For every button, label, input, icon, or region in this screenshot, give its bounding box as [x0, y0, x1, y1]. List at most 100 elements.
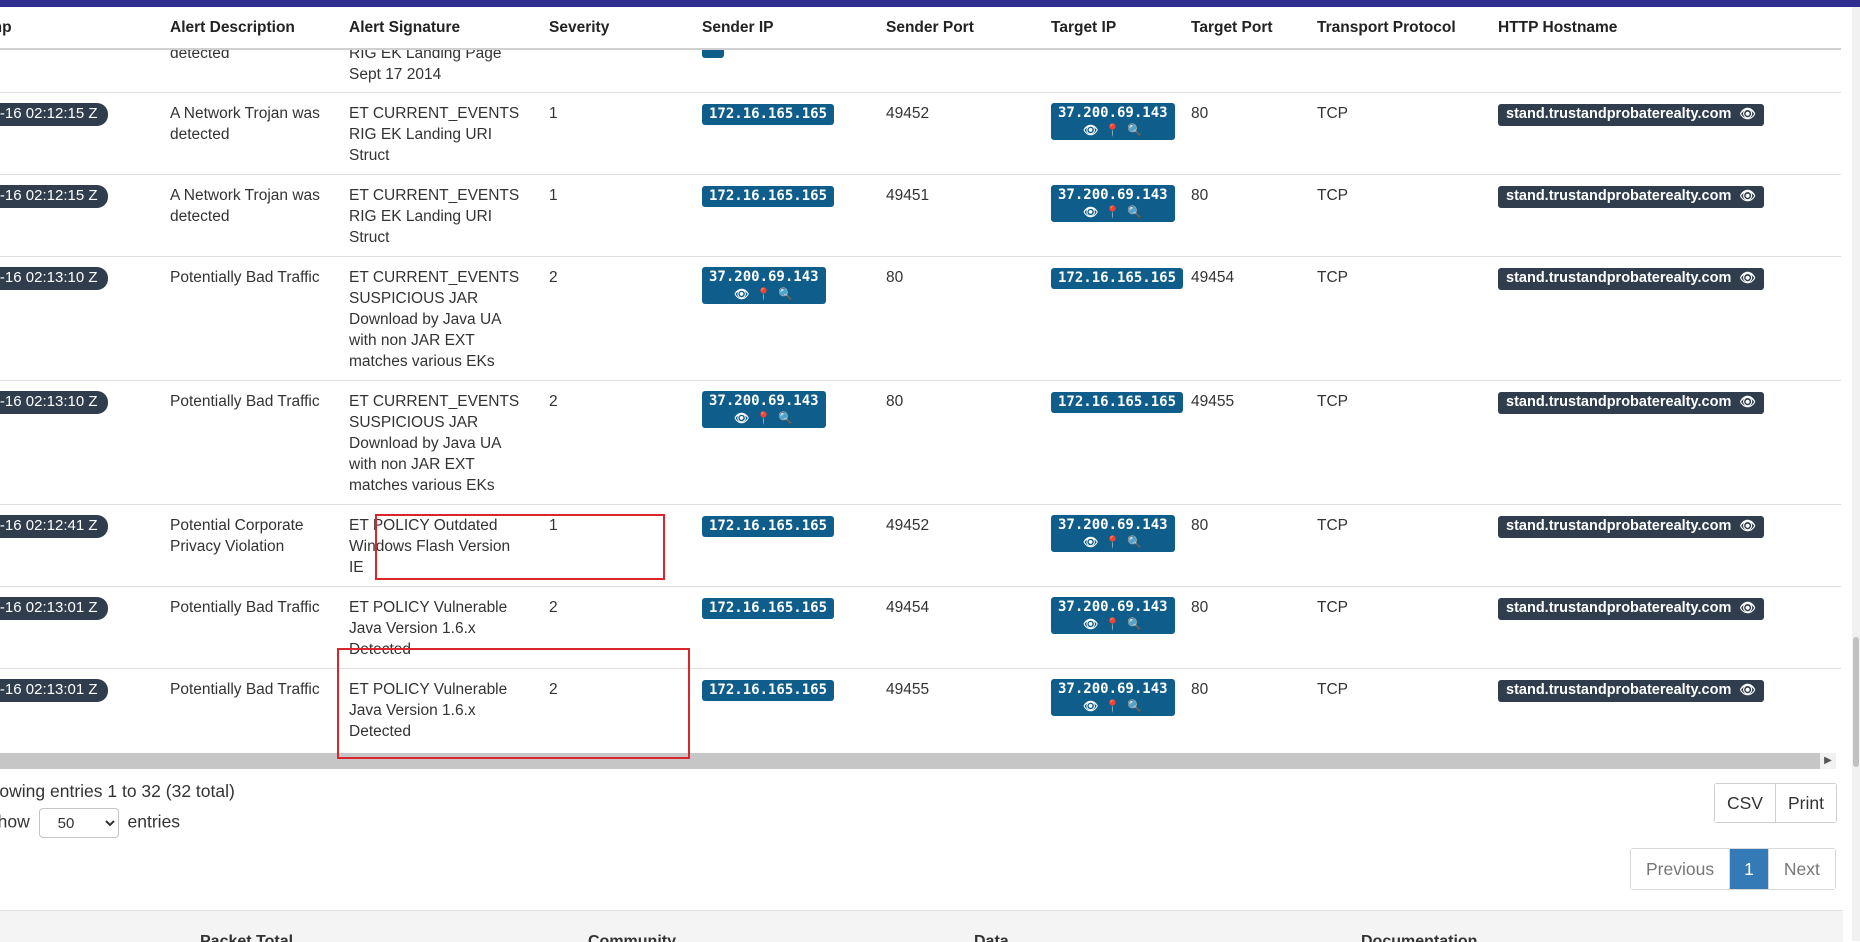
target-ip-badge[interactable]: 37.200.69.143 👁 📍 🔍 [1051, 597, 1175, 634]
page-1-button[interactable]: 1 [1729, 849, 1768, 889]
eye-icon[interactable]: 👁 [1739, 601, 1756, 616]
timestamp-wrap: 2014-11-16 02:12:15 Z [0, 103, 150, 126]
cell-target-ip: 172.16.165.165 [1041, 256, 1184, 381]
sender-ip-badge[interactable]: 172.16.165.165 [702, 186, 835, 207]
view-icon[interactable]: 👁 [1080, 122, 1102, 138]
cell-target-port: 49454 [1181, 256, 1307, 381]
view-icon[interactable]: 👁 [1080, 204, 1102, 220]
sender-ip-badge[interactable]: 172.16.165.165 [702, 104, 835, 125]
hostname-text: stand.trustandprobaterealty.com [1506, 394, 1732, 410]
signature-line: RIG EK Landing Page [349, 50, 502, 62]
hostname-badge[interactable]: stand.trustandprobaterealty.com 👁 [1498, 268, 1764, 290]
lookup-icon[interactable]: 🔍 [1124, 616, 1146, 632]
view-icon[interactable]: 👁 [731, 410, 753, 426]
lookup-icon[interactable]: 🔍 [1124, 698, 1146, 714]
cell-sender-port: 49454 [876, 586, 1041, 669]
target-ip-badge[interactable]: 172.16.165.165 [1051, 392, 1184, 413]
eye-icon[interactable]: 👁 [1739, 683, 1756, 698]
lookup-icon[interactable]: 🔍 [1124, 534, 1146, 550]
eye-icon[interactable]: 👁 [1739, 271, 1756, 286]
sender-ip-badge[interactable]: 37.200.69.143 👁 📍 🔍 [702, 267, 826, 304]
view-icon[interactable]: 👁 [1080, 698, 1102, 714]
cell-protocol: TCP [1307, 586, 1488, 669]
sender-ip-badge-text: 172.16.165.165 [709, 106, 828, 122]
vertical-scrollbar[interactable] [1852, 7, 1860, 941]
table-row[interactable]: 2014-11-16 02:13:01 Z Potentially Bad Tra… [0, 586, 1841, 669]
cell-sender-ip: 37.200.69.143 👁 📍 🔍 [692, 380, 876, 505]
geolocate-icon[interactable]: 📍 [1102, 534, 1124, 550]
geolocate-icon[interactable]: 📍 [1102, 616, 1124, 632]
column-header-http-hostname[interactable]: HTTP Hostname [1488, 7, 1841, 50]
view-icon[interactable]: 👁 [1080, 534, 1102, 550]
geolocate-icon[interactable]: 📍 [753, 286, 775, 302]
csv-button[interactable]: CSV [1715, 784, 1775, 822]
table-row[interactable]: 2014-11-16 02:13:10 Z Potentially Bad Tra… [0, 256, 1841, 381]
hostname-badge[interactable]: stand.trustandprobaterealty.com 👁 [1498, 186, 1764, 208]
column-header-alert-signature[interactable]: Alert Signature [339, 7, 539, 50]
eye-icon[interactable]: 👁 [1739, 519, 1756, 534]
previous-page-button[interactable]: Previous [1631, 849, 1730, 889]
target-ip-badge[interactable]: 37.200.69.143 👁 📍 🔍 [1051, 103, 1175, 140]
table-row[interactable]: 2014-11-16 02:12:15 Z A Network Trojan wa… [0, 174, 1841, 257]
column-header-alert-description[interactable]: Alert Description [160, 7, 339, 50]
cell-target-ip: 37.200.69.143 👁 📍 🔍 [1041, 586, 1181, 669]
view-icon[interactable]: 👁 [731, 286, 753, 302]
table-row[interactable]: 2014-11-16 02:12:41 Z Potential Corporate… [0, 504, 1841, 587]
table-body: detected RIG EK Landing Page Sept 17 2014… [0, 49, 1841, 750]
eye-icon[interactable]: 👁 [1739, 395, 1756, 410]
column-header-timestamp[interactable]: Timestamp [0, 7, 160, 50]
target-ip-badge-text: 37.200.69.143 [1058, 187, 1168, 203]
hostname-badge[interactable]: stand.trustandprobaterealty.com 👁 [1498, 680, 1764, 702]
timestamp-wrap: 2014-11-16 02:13:01 Z [0, 679, 150, 702]
lookup-icon[interactable]: 🔍 [1124, 122, 1146, 138]
cell-timestamp: 2014-11-16 02:13:01 Z [0, 668, 160, 750]
next-page-button[interactable]: Next [1767, 849, 1835, 889]
cell-sender-ip: 37.200.69.143 👁 📍 🔍 [692, 256, 876, 381]
eye-icon[interactable]: 👁 [1739, 189, 1756, 204]
view-icon[interactable]: 👁 [1080, 616, 1102, 632]
sender-ip-badge[interactable]: 172.16.165.165 [702, 516, 835, 537]
sender-ip-badge[interactable]: 172.16.165.165 [702, 680, 835, 701]
scroll-right-arrow-icon[interactable]: ▶ [1820, 753, 1836, 769]
target-ip-badge[interactable]: 37.200.69.143 👁 📍 🔍 [1051, 679, 1175, 716]
target-ip-badge[interactable]: 37.200.69.143 👁 📍 🔍 [1051, 515, 1175, 552]
timestamp-pill: 2014-11-16 02:13:10 Z [0, 391, 108, 414]
table-row[interactable]: 2014-11-16 02:12:15 Z A Network Trojan wa… [0, 92, 1841, 175]
entries-per-page-select[interactable]: 50 [38, 808, 119, 838]
ip-badge-partial[interactable] [702, 50, 725, 58]
cell-description: Potentially Bad Traffic [160, 586, 339, 669]
horizontal-scrollbar[interactable]: ▶ [0, 753, 1836, 769]
target-ip-badge[interactable]: 37.200.69.143 👁 📍 🔍 [1051, 185, 1175, 222]
column-header-target-ip[interactable]: Target IP [1041, 7, 1181, 50]
column-header-sender-port[interactable]: Sender Port [876, 7, 1041, 50]
pagination: Previous 1 Next [1630, 848, 1836, 890]
table-row[interactable]: 2014-11-16 02:13:10 Z Potentially Bad Tra… [0, 380, 1841, 505]
hostname-badge[interactable]: stand.trustandprobaterealty.com 👁 [1498, 516, 1764, 538]
eye-icon[interactable]: 👁 [1739, 107, 1756, 122]
column-header-transport-protocol[interactable]: Transport Protocol [1307, 7, 1488, 50]
geolocate-icon[interactable]: 📍 [1102, 204, 1124, 220]
target-ip-badge[interactable]: 172.16.165.165 [1051, 268, 1184, 289]
column-header-severity[interactable]: Severity [539, 7, 692, 50]
column-header-sender-ip[interactable]: Sender IP [692, 7, 876, 50]
geolocate-icon[interactable]: 📍 [1102, 122, 1124, 138]
alerts-table-viewport[interactable]: Timestamp Alert Description Alert Signat… [0, 7, 1843, 754]
vertical-scrollbar-thumb[interactable] [1853, 637, 1859, 767]
lookup-icon[interactable]: 🔍 [1124, 204, 1146, 220]
geolocate-icon[interactable]: 📍 [753, 410, 775, 426]
cell-target-ip: 172.16.165.165 [1041, 380, 1184, 505]
length-suffix: entries [127, 811, 181, 832]
lookup-icon[interactable]: 🔍 [775, 286, 797, 302]
hostname-badge[interactable]: stand.trustandprobaterealty.com 👁 [1498, 392, 1764, 414]
print-button[interactable]: Print [1774, 784, 1836, 822]
column-header-target-port[interactable]: Target Port [1181, 7, 1307, 50]
sender-ip-badge[interactable]: 37.200.69.143 👁 📍 🔍 [702, 391, 826, 428]
geolocate-icon[interactable]: 📍 [1102, 698, 1124, 714]
hostname-badge[interactable]: stand.trustandprobaterealty.com 👁 [1498, 104, 1764, 126]
cell-protocol: TCP [1307, 504, 1488, 587]
lookup-icon[interactable]: 🔍 [775, 410, 797, 426]
cell-timestamp: 2014-11-16 02:12:15 Z [0, 174, 160, 257]
hostname-badge[interactable]: stand.trustandprobaterealty.com 👁 [1498, 598, 1764, 620]
sender-ip-badge[interactable]: 172.16.165.165 [702, 598, 835, 619]
table-row[interactable]: 2014-11-16 02:13:01 Z Potentially Bad Tra… [0, 668, 1841, 750]
